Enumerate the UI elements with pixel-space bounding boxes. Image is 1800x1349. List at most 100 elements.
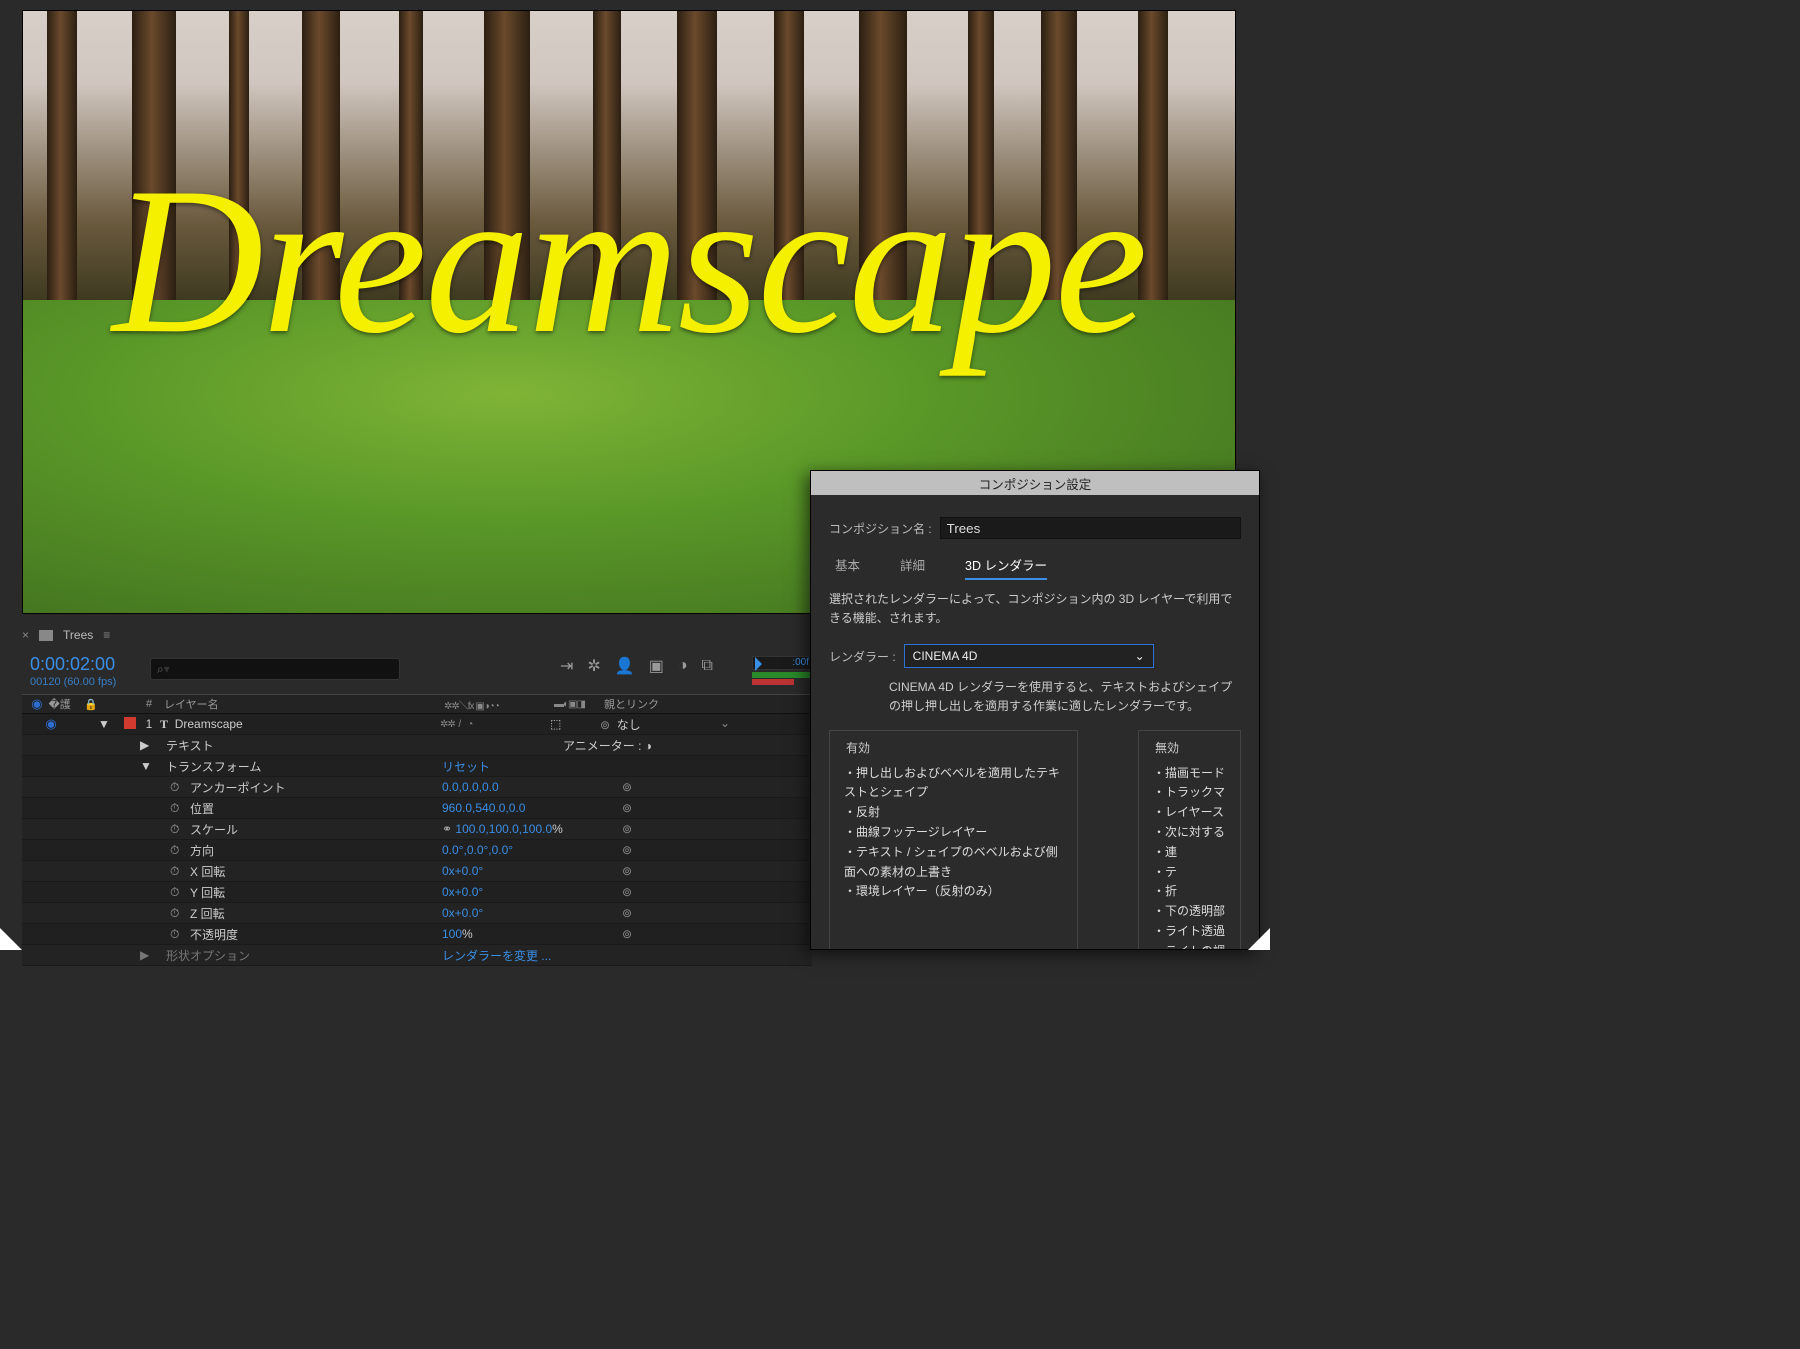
comp-name-label: コンポジション名 :: [829, 520, 932, 537]
draft3d-icon[interactable]: ✲: [587, 656, 600, 676]
transform-group-row[interactable]: ▼ トランスフォーム リセット: [22, 756, 812, 777]
link-icon[interactable]: ⚭: [442, 822, 452, 836]
property-value[interactable]: 960.0,540.0,0.0: [442, 801, 612, 815]
search-icon: ⌕: [157, 662, 164, 677]
close-icon[interactable]: ×: [22, 628, 29, 642]
visibility-toggle-icon[interactable]: ◉: [45, 716, 56, 732]
expression-pickwhip-icon[interactable]: ⊚: [622, 906, 632, 920]
parent-dropdown[interactable]: なし: [617, 718, 641, 732]
property-name: 不透明度: [190, 926, 442, 943]
property-value[interactable]: 0x+0.0°: [442, 906, 612, 920]
property-row[interactable]: ⏱ 不透明度100% ⊚: [22, 924, 812, 945]
dialog-title: コンポジション設定: [811, 471, 1259, 495]
comp-name-input[interactable]: [940, 517, 1241, 539]
stopwatch-icon[interactable]: ⏱: [170, 801, 179, 815]
twirl-right-icon[interactable]: ▶: [140, 738, 166, 752]
expression-pickwhip-icon[interactable]: ⊚: [622, 780, 632, 794]
property-row[interactable]: ⏱ 方向0.0°,0.0°,0.0° ⊚: [22, 840, 812, 861]
property-value[interactable]: 0.0°,0.0°,0.0°: [442, 843, 612, 857]
property-name: X 回転: [190, 863, 442, 880]
property-value[interactable]: 0x+0.0°: [442, 864, 612, 878]
text-layer-type-icon: T: [160, 717, 168, 731]
disabled-feature-item: ライト透過: [1153, 922, 1226, 942]
layer-3d-toggle-icon[interactable]: ⬚: [550, 717, 600, 731]
stopwatch-icon[interactable]: ⏱: [170, 885, 179, 899]
text-group-label: テキスト: [166, 737, 442, 754]
pickwhip-icon[interactable]: ⊚: [600, 718, 610, 732]
timeline-column-headers: ◉�護 🔒 # レイヤー名 ✲✲＼fx ▣◑◔◔ ▬◐▣◨ 親とリンク: [22, 694, 812, 714]
layer-row[interactable]: ◉ ▼ 1 T Dreamscape ✲✲ / ◔ ⬚ ⊚ なし ⌄: [22, 714, 812, 735]
chevron-down-icon: ⌄: [1135, 649, 1145, 663]
enabled-feature-item: 環境レイヤー（反射のみ）: [844, 882, 1063, 902]
property-row[interactable]: ⏱ Y 回転0x+0.0° ⊚: [22, 882, 812, 903]
layer-name[interactable]: Dreamscape: [175, 717, 243, 731]
resize-notch-bl: [0, 928, 22, 950]
tab-advanced[interactable]: 詳細: [900, 555, 925, 580]
property-value[interactable]: 0.0,0.0,0.0: [442, 780, 612, 794]
layer-switches[interactable]: ✲✲ / ◔: [440, 719, 550, 730]
current-timecode[interactable]: 0:00:02:00: [30, 654, 115, 675]
add-animator-icon[interactable]: ◑: [645, 739, 652, 753]
expression-pickwhip-icon[interactable]: ⊚: [622, 843, 632, 857]
property-row[interactable]: ⏱Z 回転0x+0.0°⊚: [22, 903, 812, 924]
panel-menu-icon[interactable]: ≡: [103, 628, 111, 642]
renderer-help-text: CINEMA 4D レンダラーを使用すると、テキストおよびシェイプの押し押し出し…: [889, 678, 1241, 715]
work-area-bar[interactable]: [752, 672, 812, 678]
preview-title-text: Dreamscape: [23, 141, 1235, 382]
stopwatch-icon[interactable]: ⏱: [170, 906, 179, 920]
property-value[interactable]: 0x+0.0°: [442, 885, 612, 899]
stopwatch-icon[interactable]: ⏱: [170, 843, 179, 857]
search-dropdown-icon[interactable]: ▾: [164, 662, 170, 676]
timeline-tab-name[interactable]: Trees: [63, 628, 93, 642]
renderer-intro-text: 選択されたレンダラーによって、コンポジション内の 3D レイヤーで利用できる機能…: [829, 590, 1241, 628]
property-name: 方向: [190, 842, 442, 859]
expression-pickwhip-icon[interactable]: ⊚: [622, 927, 632, 941]
stopwatch-icon[interactable]: ⏱: [170, 822, 179, 836]
timeline-panel-header: × Trees ≡: [22, 624, 812, 646]
layer-duration-bar[interactable]: [752, 679, 794, 685]
expression-pickwhip-icon[interactable]: ⊚: [622, 864, 632, 878]
stopwatch-icon[interactable]: ⏱: [170, 780, 179, 794]
property-value[interactable]: 100%: [442, 927, 612, 941]
lock-header-icon: 🔒: [80, 698, 98, 711]
transform-reset-link[interactable]: リセット: [442, 758, 592, 775]
cti-playhead-icon[interactable]: [755, 657, 762, 671]
property-value[interactable]: ⚭ 100.0,100.0,100.0%: [442, 822, 612, 836]
twirl-right-icon[interactable]: ▶: [140, 948, 166, 962]
property-row[interactable]: ⏱ スケール⚭ 100.0,100.0,100.0% ⊚: [22, 819, 812, 840]
change-renderer-link[interactable]: レンダラーを変更 ...: [442, 947, 622, 964]
text-group-row[interactable]: ▶ テキスト アニメーター : ◑: [22, 735, 812, 756]
expression-pickwhip-icon[interactable]: ⊚: [622, 801, 632, 815]
col-layer-index: #: [138, 698, 160, 710]
col-switches: ✲✲＼fx ▣◑◔◔: [440, 697, 550, 712]
resize-notch-br: [1248, 928, 1270, 950]
expression-pickwhip-icon[interactable]: ⊚: [622, 885, 632, 899]
shape-options-row[interactable]: ▶ 形状オプション レンダラーを変更 ...: [22, 945, 812, 966]
tab-basic[interactable]: 基本: [835, 555, 860, 580]
stopwatch-icon[interactable]: ⏱: [170, 927, 179, 941]
stopwatch-icon[interactable]: ⏱: [170, 864, 179, 878]
mini-time-ruler[interactable]: :00f: [752, 656, 812, 692]
motion-blur-icon[interactable]: ◑: [678, 657, 688, 675]
property-name: スケール: [190, 821, 442, 838]
frame-blend-icon[interactable]: ▣: [649, 656, 664, 676]
expression-pickwhip-icon[interactable]: ⊚: [622, 822, 632, 836]
disabled-feature-item: 描画モード: [1153, 764, 1226, 784]
renderer-select[interactable]: CINEMA 4D ⌄: [904, 644, 1154, 668]
timeline-search-input[interactable]: ⌕ ▾: [150, 658, 400, 680]
property-row[interactable]: ⏱アンカーポイント0.0,0.0,0.0⊚: [22, 777, 812, 798]
chevron-down-icon[interactable]: ⌄: [720, 716, 730, 730]
property-row[interactable]: ⏱ X 回転0x+0.0° ⊚: [22, 861, 812, 882]
tab-3d-renderer[interactable]: 3D レンダラー: [965, 555, 1047, 580]
property-row[interactable]: ⏱位置960.0,540.0,0.0⊚: [22, 798, 812, 819]
property-name: Y 回転: [190, 884, 442, 901]
timeline-rows: ◉ ▼ 1 T Dreamscape ✲✲ / ◔ ⬚ ⊚ なし ⌄ ▶ テキス…: [22, 714, 812, 966]
layer-color-swatch[interactable]: [124, 717, 136, 729]
renderer-label: レンダラー :: [829, 648, 896, 665]
twirl-down-icon[interactable]: ▼: [140, 759, 166, 773]
shy-icon[interactable]: 👤: [615, 656, 635, 676]
comp-flowchart-icon[interactable]: ⇥: [560, 656, 573, 676]
twirl-down-icon[interactable]: ▼: [98, 717, 124, 731]
graph-editor-icon[interactable]: ⧉: [702, 657, 713, 675]
renderer-select-value: CINEMA 4D: [913, 649, 978, 663]
